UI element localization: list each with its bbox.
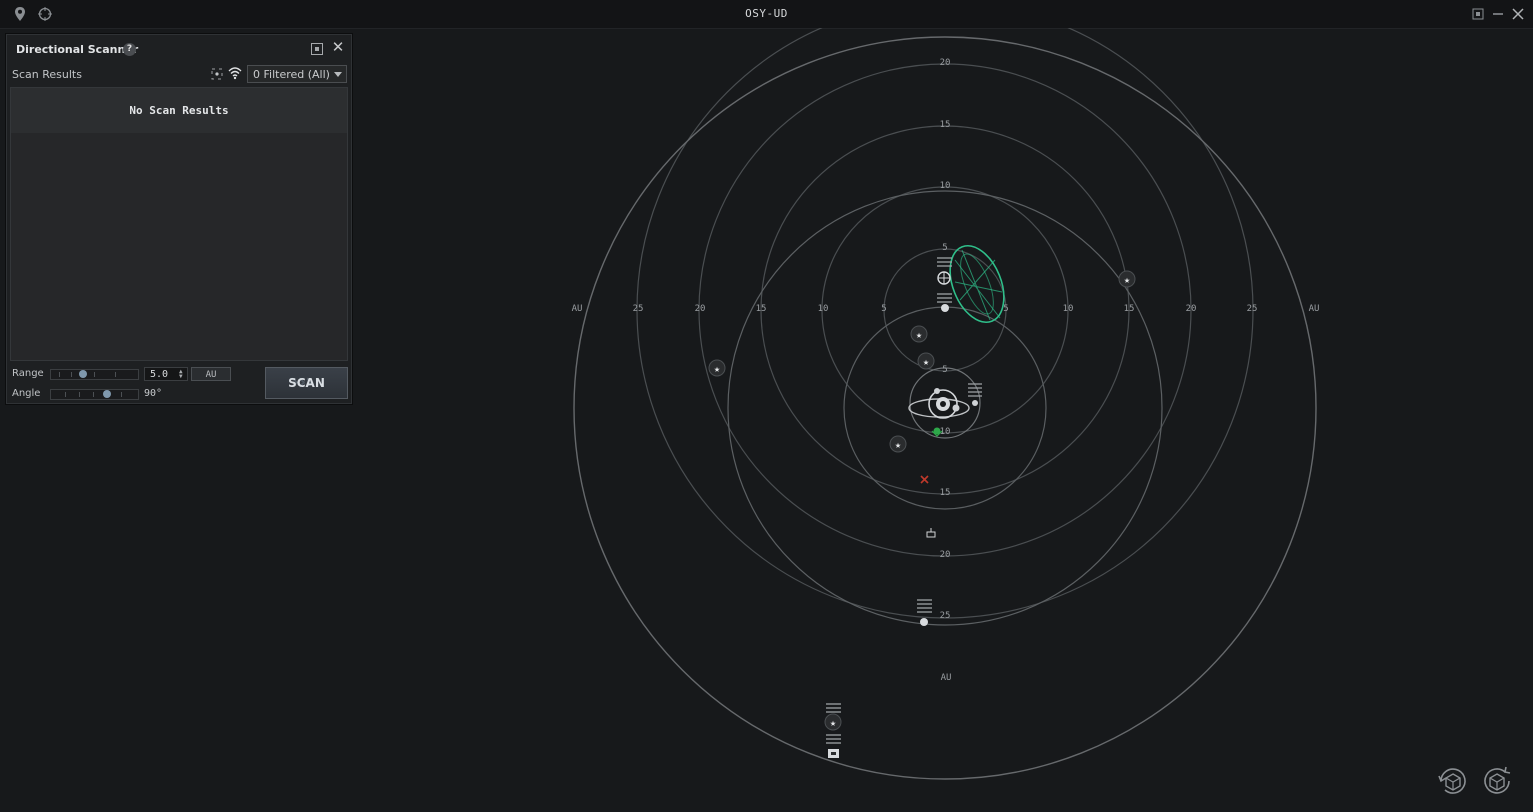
slider-tick (94, 372, 95, 377)
warning-marker-icon[interactable] (920, 475, 929, 484)
sun-icon[interactable] (908, 389, 970, 419)
filter-dropdown-value: 0 Filtered (All) (253, 68, 330, 81)
svg-text:★: ★ (1124, 275, 1130, 286)
range-label: Range (12, 368, 44, 379)
slider-tick (115, 372, 116, 377)
scan-results-list: No Scan Results (10, 87, 348, 361)
stargate-icon[interactable] (937, 293, 952, 312)
svg-text:★: ★ (923, 357, 929, 368)
minimize-icon[interactable] (1490, 6, 1506, 22)
celestial-markers: ★ ★ ★ ★ ★ ★ (708, 270, 1136, 731)
angle-label: Angle (12, 388, 41, 399)
slider-tick (65, 392, 66, 397)
tick-label-down: 5 (942, 365, 947, 375)
tick-label-left: 25 (633, 304, 644, 314)
scan-button[interactable]: ››› SCAN (265, 367, 348, 399)
range-slider-handle[interactable] (78, 370, 87, 378)
no-scan-results-text: No Scan Results (129, 104, 229, 117)
asteroid-belt-icon[interactable]: ★ (824, 713, 842, 731)
tick-label-right: 15 (1124, 304, 1135, 314)
slider-tick (121, 392, 122, 397)
window-title: OSY-UD (745, 7, 788, 20)
slider-tick (93, 392, 94, 397)
range-slider[interactable] (50, 369, 139, 380)
crosshair-icon[interactable] (211, 68, 223, 80)
angle-slider[interactable] (50, 389, 139, 400)
pin-window-button[interactable] (311, 43, 323, 55)
signal-icon[interactable] (228, 66, 242, 80)
range-unit-button[interactable]: AU (191, 367, 231, 381)
axis-unit-left: AU (572, 304, 583, 314)
tick-label-left: 15 (756, 304, 767, 314)
svg-text:★: ★ (714, 364, 720, 375)
results-empty-row: No Scan Results (11, 88, 347, 133)
stargate-icon[interactable] (917, 599, 932, 626)
asteroid-belt-icon[interactable]: ★ (1118, 270, 1136, 288)
chevron-down-icon (334, 72, 342, 77)
close-icon[interactable] (1510, 6, 1526, 22)
tick-label-left: 10 (818, 304, 829, 314)
tick-label-down: 15 (940, 488, 951, 498)
asteroid-belt-icon[interactable]: ★ (917, 352, 935, 370)
axis-unit-right: AU (1309, 304, 1320, 314)
filter-dropdown[interactable]: 0 Filtered (All) (247, 65, 347, 83)
tick-label-up: 15 (940, 120, 951, 130)
asteroid-belt-icon[interactable]: ★ (889, 435, 907, 453)
svg-text:★: ★ (895, 440, 901, 451)
range-stepper-icon[interactable]: ▲ ▼ (179, 369, 185, 380)
scanner-header[interactable]: Directional Scanner ? ✕ (7, 35, 351, 63)
tick-label-down: 25 (940, 611, 951, 621)
window-title-bar: OSY-UD (0, 0, 1533, 29)
tick-label-left: 5 (881, 304, 886, 314)
asteroid-belt-icon[interactable]: ★ (910, 325, 928, 343)
tick-label-left: 20 (695, 304, 706, 314)
tick-label-up: 5 (942, 243, 947, 253)
slider-tick (59, 372, 60, 377)
structure-icon[interactable] (926, 528, 936, 538)
pin-window-icon[interactable] (1470, 6, 1486, 22)
tick-label-up: 20 (940, 58, 951, 68)
help-icon[interactable]: ? (123, 43, 136, 56)
stargate-icon[interactable] (826, 703, 841, 758)
tick-label-right: 5 (1003, 304, 1008, 314)
angle-value: 90° (144, 388, 163, 399)
svg-text:★: ★ (830, 718, 836, 729)
tick-label-right: 25 (1247, 304, 1258, 314)
scanner-title: Directional Scanner (16, 43, 139, 56)
rotate-view-icon[interactable] (1436, 764, 1470, 798)
tick-label-right: 20 (1186, 304, 1197, 314)
map-axis-labels: AU AU AU 25 20 15 10 5 5 10 15 20 25 5 1… (572, 58, 1320, 683)
asteroid-belt-icon[interactable]: ★ (708, 359, 726, 377)
reset-camera-icon[interactable] (1480, 764, 1514, 798)
directional-scanner-window[interactable]: Directional Scanner ? ✕ Scan Results 0 F… (6, 34, 352, 404)
orbit-ring (636, 28, 1254, 619)
tick-label-right: 10 (1063, 304, 1074, 314)
angle-slider-handle[interactable] (103, 390, 112, 398)
scan-button-label: SCAN (288, 376, 325, 390)
slider-tick (71, 372, 72, 377)
close-scanner-button[interactable]: ✕ (330, 39, 346, 55)
slider-tick (79, 392, 80, 397)
scan-cone (949, 245, 1005, 323)
axis-unit-bottom: AU (941, 673, 952, 683)
tick-label-up: 10 (940, 181, 951, 191)
scan-results-label: Scan Results (12, 68, 82, 81)
svg-text:★: ★ (916, 330, 922, 341)
tick-label-down: 20 (940, 550, 951, 560)
